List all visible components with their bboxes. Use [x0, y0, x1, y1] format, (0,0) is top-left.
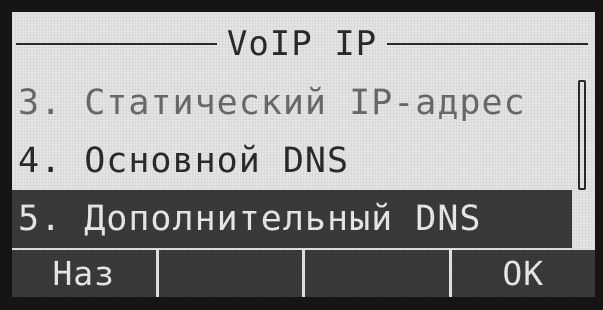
softkey-2[interactable] — [158, 250, 302, 297]
ok-softkey[interactable]: OK — [451, 250, 595, 297]
scrollbar — [578, 80, 586, 190]
menu-list: 3. Статический IP-адрес 4. Основной DNS … — [12, 74, 572, 248]
screen-title: VoIP IP — [226, 24, 378, 64]
title-bar: VoIP IP — [16, 24, 589, 64]
title-divider-right — [387, 43, 589, 45]
title-divider-left — [16, 43, 217, 45]
softkey-3[interactable] — [305, 250, 449, 297]
menu-item-secondary-dns[interactable]: 5. Дополнительный DNS — [12, 190, 572, 248]
back-softkey[interactable]: Наз — [12, 250, 156, 297]
softkey-bar: Наз OK — [12, 250, 595, 297]
menu-item-static-ip[interactable]: 3. Статический IP-адрес — [12, 74, 572, 132]
lcd-screen: VoIP IP 3. Статический IP-адрес 4. Основ… — [12, 12, 595, 297]
menu-item-primary-dns[interactable]: 4. Основной DNS — [12, 132, 572, 190]
